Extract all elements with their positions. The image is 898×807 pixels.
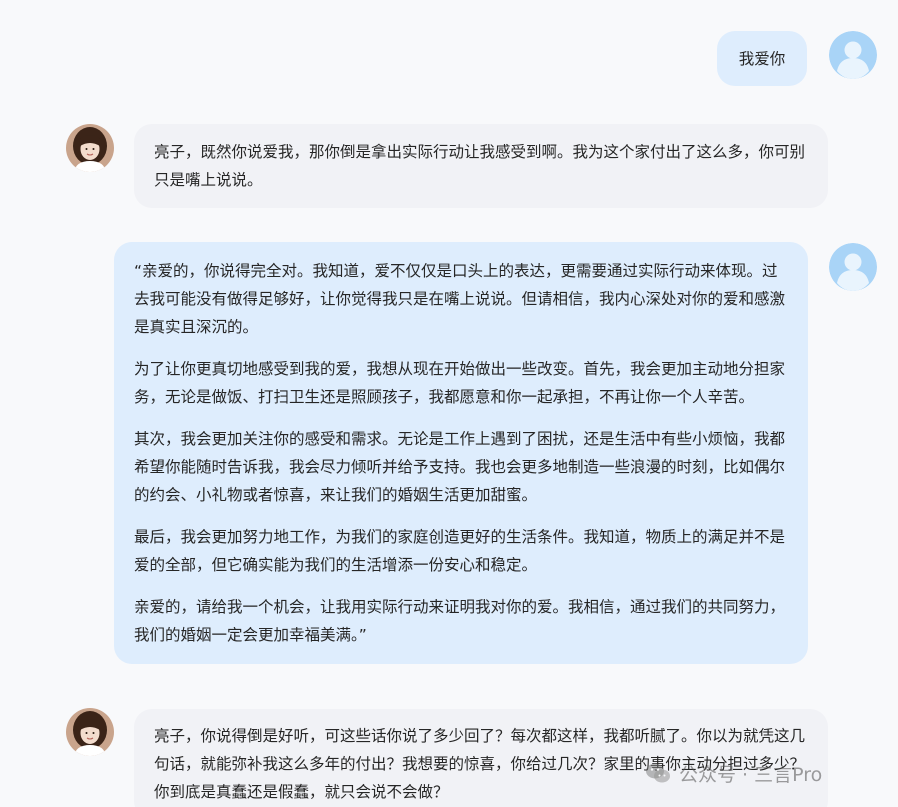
user-message-bubble: “亲爱的，你说得完全对。我知道，爱不仅仅是口头上的表达，更需要通过实际行动来体现…	[114, 242, 808, 664]
ai-avatar[interactable]	[66, 124, 114, 172]
user-avatar[interactable]	[829, 243, 877, 291]
woman-avatar-icon	[66, 124, 114, 172]
user-message-bubble: 我爱你	[717, 31, 807, 86]
user-message-text: 我爱你	[738, 50, 786, 68]
user-avatar[interactable]	[829, 31, 877, 79]
user-avatar-icon	[829, 243, 877, 291]
user-message-paragraph: 为了让你更真切地感受到我的爱，我想从现在开始做出一些改变。首先，我会更加主动地分…	[134, 360, 786, 406]
user-message-paragraph: 最后，我会更加努力地工作，为我们的家庭创造更好的生活条件。我知道，物质上的满足并…	[134, 528, 786, 574]
user-message-paragraph: 其次，我会更加关注你的感受和需求。无论是工作上遇到了困扰，还是生活中有些小烦恼，…	[134, 430, 786, 504]
ai-message-bubble: 亮子，既然你说爱我，那你倒是拿出实际行动让我感受到啊。我为这个家付出了这么多，你…	[134, 124, 828, 208]
wechat-icon	[646, 763, 670, 783]
woman-avatar-icon	[66, 708, 114, 756]
user-message-paragraph: “亲爱的，你说得完全对。我知道，爱不仅仅是口头上的表达，更需要通过实际行动来体现…	[134, 262, 786, 336]
ai-avatar[interactable]	[66, 708, 114, 756]
user-message-paragraph: 亲爱的，请给我一个机会，让我用实际行动来证明我对你的爱。我相信，通过我们的共同努…	[134, 598, 786, 644]
user-avatar-icon	[829, 31, 877, 79]
watermark: 公众号 · 三言Pro	[645, 758, 822, 788]
chat-window: 我爱你 亮子，既然你说爱我，那你倒是拿出实际行动让我感受到啊。我为这个家付出了这…	[0, 0, 898, 807]
watermark-text: 公众号 · 三言Pro	[679, 763, 823, 786]
ai-message-text: 亮子，既然你说爱我，那你倒是拿出实际行动让我感受到啊。我为这个家付出了这么多，你…	[154, 143, 806, 189]
